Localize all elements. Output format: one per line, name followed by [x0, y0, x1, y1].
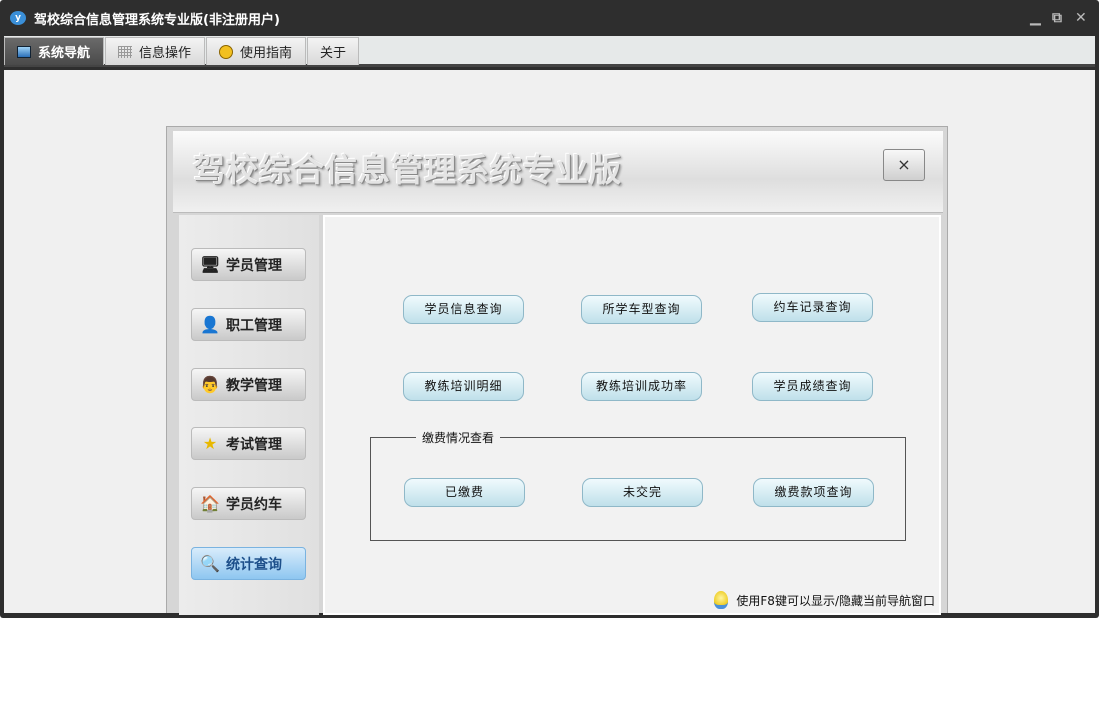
booking-record-query-button[interactable]: 约车记录查询: [752, 293, 873, 322]
student-info-query-button[interactable]: 学员信息查询: [403, 295, 524, 324]
star-icon: ★: [202, 433, 218, 453]
sidebar: 🖥 学员管理 👤 职工管理 👨 教学管理 ★ 考试管理 🏠 学员约车 🔍 统计查询: [179, 215, 319, 615]
sidebar-item-teaching[interactable]: 👨 教学管理: [191, 368, 306, 401]
fee-item-query-button[interactable]: 缴费款项查询: [753, 478, 874, 507]
tab-bar: 系统导航 信息操作 使用指南 关于: [4, 36, 1095, 67]
sidebar-item-statistics[interactable]: 🔍 统计查询: [191, 547, 306, 580]
sidebar-item-label: 学员管理: [226, 257, 282, 274]
vehicle-type-query-button[interactable]: 所学车型查询: [581, 295, 702, 324]
search-icon: 🔍: [200, 553, 220, 573]
tab-info-ops[interactable]: 信息操作: [105, 37, 205, 65]
tab-label: 使用指南: [240, 46, 293, 61]
panel-title: 驾校综合信息管理系统专业版: [193, 151, 623, 189]
lightbulb-icon: [714, 591, 729, 609]
sidebar-item-label: 职工管理: [226, 317, 282, 334]
sidebar-item-booking[interactable]: 🏠 学员约车: [191, 487, 306, 520]
f8-tip: 使用F8键可以显示/隐藏当前导航窗口: [714, 591, 935, 609]
query-area: 学员信息查询 所学车型查询 约车记录查询 教练培训明细 教练培训成功率 学员成绩…: [323, 215, 941, 615]
app-logo-icon: y: [10, 11, 26, 25]
tab-guide[interactable]: 使用指南: [206, 37, 306, 65]
sidebar-item-label: 统计查询: [226, 556, 282, 573]
window-title: 驾校综合信息管理系统专业版(非注册用户): [34, 12, 280, 28]
monitor-icon: 🖥: [200, 254, 221, 274]
title-bar: y 驾校综合信息管理系统专业版(非注册用户) ▁ ⧉ ✕: [0, 0, 1099, 36]
fee-group: 缴费情况查看 已缴费 未交完 缴费款项查询: [370, 429, 906, 541]
person-icon: 👤: [200, 314, 220, 334]
sidebar-item-label: 考试管理: [226, 436, 282, 453]
unpaid-button[interactable]: 未交完: [582, 478, 703, 507]
coach-success-rate-button[interactable]: 教练培训成功率: [581, 372, 702, 401]
sidebar-item-staff[interactable]: 👤 职工管理: [191, 308, 306, 341]
close-icon[interactable]: ✕: [1075, 10, 1087, 26]
coach-training-detail-button[interactable]: 教练培训明细: [403, 372, 524, 401]
tab-system-nav[interactable]: 系统导航: [4, 37, 104, 65]
tab-label: 关于: [320, 46, 347, 61]
tab-label: 系统导航: [38, 46, 91, 61]
sidebar-item-label: 教学管理: [226, 377, 282, 394]
help-icon: [219, 44, 233, 59]
tip-text: 使用F8键可以显示/隐藏当前导航窗口: [736, 593, 935, 608]
panel-header: 驾校综合信息管理系统专业版 ×: [173, 131, 943, 213]
panel-close-button[interactable]: ×: [883, 149, 925, 181]
minimize-icon[interactable]: ▁: [1030, 10, 1041, 26]
teacher-icon: 👨: [200, 374, 220, 394]
sidebar-item-exams[interactable]: ★ 考试管理: [191, 427, 306, 460]
app-window: y 驾校综合信息管理系统专业版(非注册用户) ▁ ⧉ ✕ 系统导航 信息操作 使…: [0, 0, 1099, 618]
grid-icon: [118, 45, 132, 58]
sidebar-item-label: 学员约车: [226, 496, 282, 513]
sidebar-item-students[interactable]: 🖥 学员管理: [191, 248, 306, 281]
nav-panel: 驾校综合信息管理系统专业版 × 🖥 学员管理 👤 职工管理 👨 教学管理 ★ 考试管理 …: [166, 126, 948, 615]
fee-group-legend: 缴费情况查看: [416, 429, 501, 446]
student-score-query-button[interactable]: 学员成绩查询: [752, 372, 873, 401]
house-icon: 🏠: [200, 493, 220, 513]
monitor-icon: [17, 45, 31, 58]
tab-about[interactable]: 关于: [307, 37, 359, 65]
paid-button[interactable]: 已缴费: [404, 478, 525, 507]
tab-label: 信息操作: [139, 46, 192, 61]
restore-icon[interactable]: ⧉: [1052, 10, 1062, 26]
